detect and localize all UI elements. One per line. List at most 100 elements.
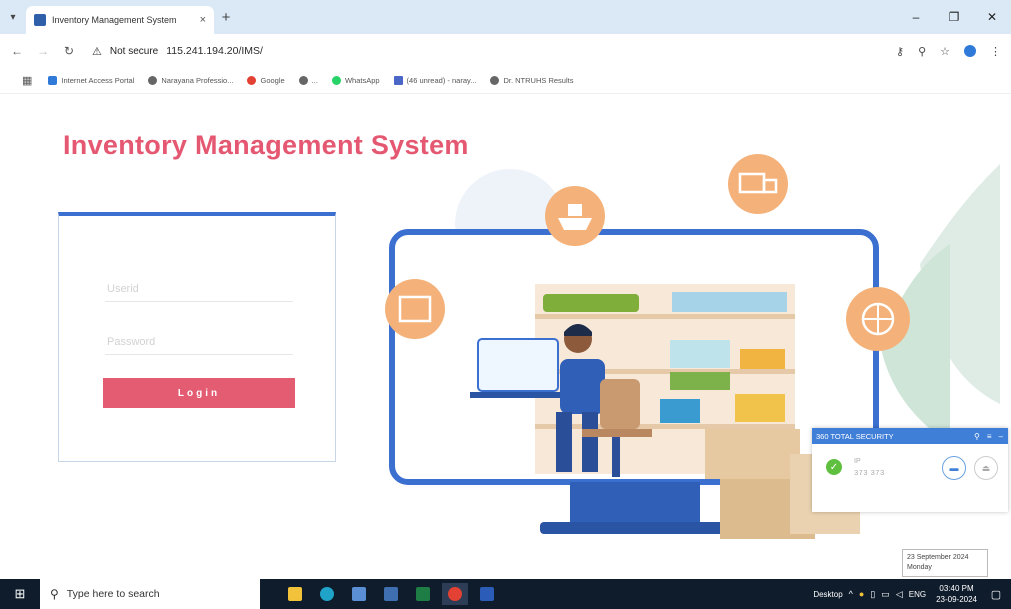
check-icon: ✓ <box>826 459 842 475</box>
bookmark-item[interactable]: (46 unread) - naray... <box>393 76 477 85</box>
taskbar-search[interactable]: ⚲ Type here to search <box>40 579 260 609</box>
url-text[interactable]: 115.241.194.20/IMS/ <box>166 45 263 57</box>
person-leg <box>582 412 598 472</box>
shelf-products <box>660 399 700 423</box>
shelf-products <box>670 340 730 368</box>
globe-icon <box>490 76 500 85</box>
close-button[interactable]: ✕ <box>973 10 1011 24</box>
new-tab-button[interactable]: + <box>214 9 238 26</box>
date-tooltip: 23 September 2024 Monday <box>902 549 988 577</box>
shelf-products <box>670 372 730 390</box>
bookmark-label: (46 unread) - naray... <box>406 76 477 85</box>
key-icon[interactable]: ⚷ <box>896 45 904 58</box>
password-input[interactable] <box>105 329 293 355</box>
tab-close-icon[interactable]: × <box>200 14 206 26</box>
shelf-board <box>535 424 795 429</box>
security-popup-body: ✓ IP 373 373 ▬ ⏏ <box>812 444 1008 512</box>
excel-icon[interactable] <box>410 583 436 605</box>
bookmark-label: ... <box>311 76 318 85</box>
site-favicon-icon <box>34 14 46 26</box>
forward-arrow-icon[interactable]: → <box>36 44 50 58</box>
word-icon[interactable] <box>474 583 500 605</box>
bookmark-item[interactable]: WhatsApp <box>331 76 380 85</box>
mail-icon <box>393 76 403 85</box>
tab-title: Inventory Management System <box>52 15 177 25</box>
security-popup-header: 360 TOTAL SECURITY ⚲ ≡ – <box>812 428 1008 444</box>
truck-badge <box>728 154 788 214</box>
monitor-base <box>540 522 730 534</box>
minimize-icon[interactable]: – <box>999 432 1003 441</box>
chrome-icon[interactable] <box>442 583 468 605</box>
upload-icon[interactable]: ⏏ <box>974 456 998 480</box>
search-icon[interactable]: ⚲ <box>974 432 980 441</box>
menu-icon[interactable]: ≡ <box>987 432 992 441</box>
bookmark-icon <box>48 76 58 85</box>
folder-icon[interactable]: ▬ <box>942 456 966 480</box>
bookmark-label: WhatsApp <box>344 76 380 85</box>
taskbar-apps <box>282 583 500 605</box>
security-status[interactable]: Not secure <box>110 46 158 57</box>
reload-icon[interactable]: ↻ <box>62 44 76 58</box>
shelf-products <box>672 292 787 312</box>
windows-taskbar: ⊞ ⚲ Type here to search Desktop ^ ● ▯ ▭ … <box>0 579 1011 609</box>
file-explorer-icon[interactable] <box>282 583 308 605</box>
kebab-menu-icon[interactable]: ⋮ <box>990 45 1001 58</box>
google-icon <box>247 76 257 85</box>
bookmark-item[interactable]: Dr. NTRUHS Results <box>490 76 573 85</box>
bookmark-label: Internet Access Portal <box>61 76 135 85</box>
desktop-toolbar-label[interactable]: Desktop <box>813 590 842 599</box>
chair-back <box>600 379 640 429</box>
browser-tab[interactable]: Inventory Management System × <box>26 6 214 34</box>
bookmark-item[interactable]: Narayana Professio... <box>148 76 233 85</box>
screen: ▾ Inventory Management System × + – ❐ ✕ … <box>0 0 1011 609</box>
security-popup: 360 TOTAL SECURITY ⚲ ≡ – ✓ IP 373 373 ▬ … <box>812 428 1008 512</box>
browser-toolbar: ← → ↻ ⚠ Not secure 115.241.194.20/IMS/ ⚷… <box>0 34 1011 68</box>
chevron-up-icon[interactable]: ^ <box>849 589 853 599</box>
network-icon[interactable]: ▭ <box>881 589 890 600</box>
address-bar[interactable]: ⚠ Not secure 115.241.194.20/IMS/ <box>88 40 738 62</box>
browser-tab-bar: ▾ Inventory Management System × + – ❐ ✕ <box>0 0 1011 34</box>
app-icon[interactable] <box>378 583 404 605</box>
bookmark-item[interactable]: Internet Access Portal <box>48 76 134 85</box>
whatsapp-icon <box>331 76 341 85</box>
battery-icon[interactable]: ▯ <box>870 589 875 600</box>
bookmark-item[interactable]: Google <box>247 76 285 85</box>
desk-surface <box>470 392 570 398</box>
chair-seat <box>582 429 652 437</box>
notification-icon[interactable]: ▢ <box>987 588 1005 601</box>
volume-icon[interactable]: ◁ <box>896 589 903 600</box>
taskbar-clock[interactable]: 03:40 PM 23-09-2024 <box>936 583 977 605</box>
security-status-label: IP <box>854 458 861 465</box>
zoom-icon[interactable]: ⚲ <box>918 45 926 58</box>
star-bookmark-icon[interactable]: ☆ <box>940 45 950 58</box>
edge-icon[interactable] <box>314 583 340 605</box>
language-indicator[interactable]: ENG <box>909 590 926 599</box>
cardboard-box <box>705 429 800 479</box>
app-icon[interactable] <box>346 583 372 605</box>
tab-search-icon[interactable]: ▾ <box>0 4 26 30</box>
chair-post <box>612 437 620 477</box>
globe-icon <box>298 76 308 85</box>
shelf-products <box>735 394 785 422</box>
minimize-button[interactable]: – <box>897 10 935 24</box>
bookmark-item[interactable]: ... <box>298 76 318 85</box>
security-popup-controls: ⚲ ≡ – <box>974 432 1008 441</box>
security-popup-title: 360 TOTAL SECURITY <box>816 431 894 441</box>
apps-grid-icon[interactable]: ▦ <box>22 74 32 87</box>
maximize-button[interactable]: ❐ <box>935 10 973 24</box>
tray-app-icon[interactable]: ● <box>859 589 864 599</box>
search-icon: ⚲ <box>50 587 59 601</box>
search-placeholder: Type here to search <box>66 588 160 600</box>
tooltip-day: Monday <box>907 564 932 571</box>
warning-triangle-icon[interactable]: ⚠ <box>92 45 102 58</box>
back-arrow-icon[interactable]: ← <box>10 44 24 58</box>
userid-input[interactable] <box>105 276 293 302</box>
windows-start-icon[interactable]: ⊞ <box>0 579 40 609</box>
desk-computer-screen <box>477 338 559 392</box>
login-button[interactable]: Login <box>103 378 295 408</box>
clock-date: 23-09-2024 <box>936 595 977 604</box>
profile-avatar-icon[interactable] <box>964 45 976 57</box>
globe-icon <box>148 76 158 85</box>
tooltip-date: 23 September 2024 <box>907 554 969 561</box>
inventory-illustration <box>385 154 1000 539</box>
